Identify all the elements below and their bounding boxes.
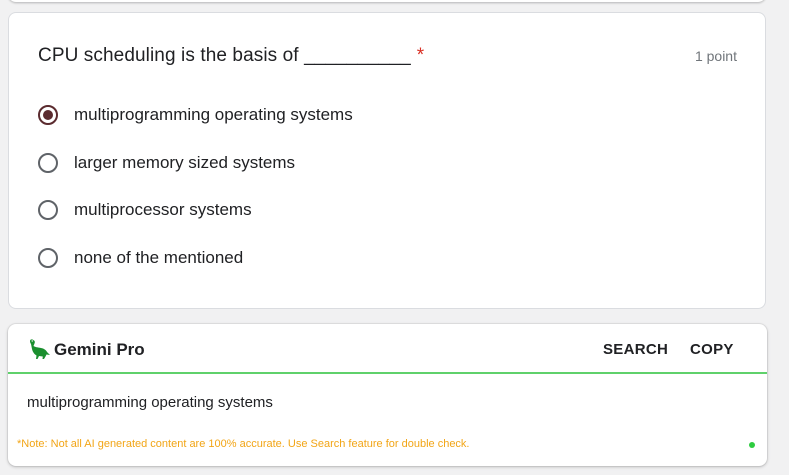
gemini-answer-text: multiprogramming operating systems bbox=[27, 394, 273, 411]
question-points: 1 point bbox=[694, 48, 737, 64]
option-none[interactable]: none of the mentioned bbox=[38, 245, 243, 271]
gemini-title: Gemini Pro bbox=[54, 340, 145, 359]
option-label: multiprogramming operating systems bbox=[74, 105, 353, 124]
option-multiprogramming[interactable]: multiprogramming operating systems bbox=[38, 102, 353, 128]
question-card: CPU scheduling is the basis of _________… bbox=[8, 12, 766, 309]
radio-button-selected[interactable] bbox=[38, 105, 58, 125]
search-button[interactable]: SEARCH bbox=[603, 341, 668, 358]
radio-button[interactable] bbox=[38, 200, 58, 220]
previous-question-card-edge bbox=[8, 0, 766, 2]
dinosaur-icon bbox=[30, 339, 50, 359]
status-indicator-dot bbox=[749, 442, 755, 448]
radio-button[interactable] bbox=[38, 153, 58, 173]
radio-dot bbox=[43, 110, 53, 120]
question-title: CPU scheduling is the basis of _________… bbox=[38, 45, 424, 67]
required-asterisk: * bbox=[416, 45, 425, 66]
option-multiprocessor[interactable]: multiprocessor systems bbox=[38, 197, 252, 223]
question-text: CPU scheduling is the basis of _________… bbox=[38, 45, 411, 66]
option-larger-memory[interactable]: larger memory sized systems bbox=[38, 150, 295, 176]
option-label: larger memory sized systems bbox=[74, 153, 296, 172]
radio-button[interactable] bbox=[38, 248, 58, 268]
accuracy-note: *Note: Not all AI generated content are … bbox=[17, 438, 470, 450]
copy-button[interactable]: COPY bbox=[690, 341, 734, 358]
option-label: multiprocessor systems bbox=[74, 200, 252, 219]
gemini-answer-panel: Gemini Pro SEARCH COPY multiprogramming … bbox=[8, 324, 767, 466]
option-label: none of the mentioned bbox=[74, 248, 244, 267]
gemini-header: Gemini Pro SEARCH COPY bbox=[8, 324, 767, 374]
